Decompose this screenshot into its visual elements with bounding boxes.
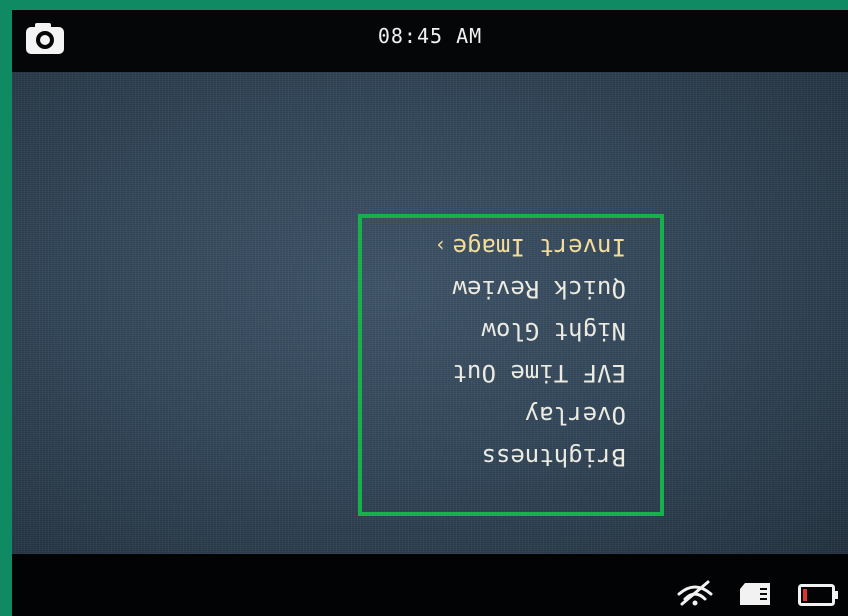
wifi-icon [677,580,713,606]
clock: 08:45 AM [377,24,483,48]
menu-item-quick-review[interactable]: Quick Review [435,268,626,310]
settings-menu-list: Brightness Overlay EVF Time Out Night Gl… [435,226,626,478]
menu-item-invert-image[interactable]: Invert Image› [435,226,626,268]
menu-item-label: Quick Review [452,275,626,303]
viewfinder: Brightness Overlay EVF Time Out Night Gl… [12,72,848,554]
bottom-status-bar [12,554,848,616]
menu-item-evf-time-out[interactable]: EVF Time Out [435,352,626,394]
menu-item-overlay[interactable]: Overlay [435,394,626,436]
menu-item-label: Brightness [481,443,627,471]
menu-item-label: Invert Image [452,233,626,261]
menu-item-label: EVF Time Out [452,359,626,387]
menu-item-label: Night Glow [481,317,627,345]
device-screen: 08:45 AM Brightness Overlay EVF Time Out… [12,10,848,616]
settings-menu-rotated: Brightness Overlay EVF Time Out Night Gl… [362,218,660,512]
top-status-bar: 08:45 AM [12,10,848,72]
sd-card-icon [740,583,770,605]
menu-item-brightness[interactable]: Brightness [435,436,627,478]
settings-menu: Brightness Overlay EVF Time Out Night Gl… [358,214,664,516]
menu-item-night-glow[interactable]: Night Glow [435,310,627,352]
battery-low-icon [798,584,838,606]
menu-item-label: Overlay [524,401,626,429]
chevron-right-icon: › [434,234,447,258]
